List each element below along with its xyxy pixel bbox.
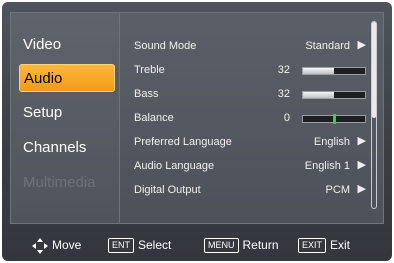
treble-slider[interactable] [302, 67, 366, 75]
setting-digital-output[interactable]: Digital Output PCM ▶ [134, 181, 366, 201]
menu-item-label: Multimedia [23, 174, 96, 191]
setting-balance[interactable]: Balance 0 [134, 109, 366, 129]
setting-value: English [313, 136, 350, 148]
setting-label: Digital Output [134, 184, 201, 196]
setting-value: 0 [283, 112, 290, 124]
slider-fill [303, 68, 334, 74]
menu-item-video[interactable]: Video [19, 31, 115, 59]
menu-item-multimedia: Multimedia [19, 169, 115, 197]
setting-label: Sound Mode [134, 40, 197, 52]
setting-preferred-language[interactable]: Preferred Language English ▶ [134, 133, 366, 153]
setting-value: 32 [277, 88, 290, 100]
setting-bass[interactable]: Bass 32 [134, 85, 366, 105]
right-arrow-icon: ▶ [357, 159, 366, 171]
hint-label: Exit [330, 238, 351, 252]
setting-label: Audio Language [134, 160, 215, 172]
balance-slider[interactable] [302, 114, 366, 124]
hint-label: Return [242, 238, 279, 252]
menu-item-audio[interactable]: Audio [19, 64, 115, 92]
hint-exit: EXIT Exit [298, 237, 351, 254]
slider-fill [303, 92, 334, 98]
category-menu: Video Audio Setup Channels Multimedia [10, 12, 120, 224]
setting-label: Treble [134, 64, 165, 76]
balance-marker [333, 114, 336, 124]
right-arrow-icon: ▶ [357, 39, 366, 51]
hint-select: ENT Select [108, 237, 172, 254]
exit-key-icon: EXIT [298, 238, 327, 254]
navigation-hint-bar: Move ENT Select MENU Return EXIT Exit [2, 228, 392, 261]
setting-treble[interactable]: Treble 32 [134, 61, 366, 81]
scrollbar[interactable] [371, 21, 377, 209]
scrollbar-thumb[interactable] [372, 22, 376, 118]
menu-item-label: Audio [24, 70, 63, 87]
setting-value: PCM [325, 184, 350, 196]
hint-move: Move [32, 237, 82, 254]
setting-value: English 1 [304, 160, 350, 172]
tv-osd-menu: Video Audio Setup Channels Multimedia So… [2, 2, 392, 261]
setting-sound-mode[interactable]: Sound Mode Standard ▶ [134, 37, 366, 57]
menu-key-icon: MENU [204, 238, 239, 254]
bass-slider[interactable] [302, 91, 366, 99]
right-arrow-icon: ▶ [357, 183, 366, 195]
setting-label: Preferred Language [134, 136, 232, 148]
setting-value: 32 [277, 64, 290, 76]
menu-item-channels[interactable]: Channels [19, 134, 115, 162]
menu-item-label: Video [23, 36, 62, 53]
menu-item-label: Channels [23, 139, 87, 156]
setting-audio-language[interactable]: Audio Language English 1 ▶ [134, 157, 366, 177]
hint-return: MENU Return [204, 237, 279, 254]
audio-settings-panel: Sound Mode Standard ▶ Treble 32 Bass 32 … [120, 12, 384, 224]
hint-label: Select [138, 238, 172, 252]
four-way-arrows-icon [32, 237, 48, 254]
menu-item-setup[interactable]: Setup [19, 99, 115, 127]
setting-value: Standard [305, 40, 350, 52]
hint-label: Move [52, 238, 82, 252]
menu-item-label: Setup [23, 104, 63, 121]
setting-label: Balance [134, 112, 174, 124]
right-arrow-icon: ▶ [357, 135, 366, 147]
ent-key-icon: ENT [108, 238, 134, 254]
setting-label: Bass [134, 88, 159, 100]
